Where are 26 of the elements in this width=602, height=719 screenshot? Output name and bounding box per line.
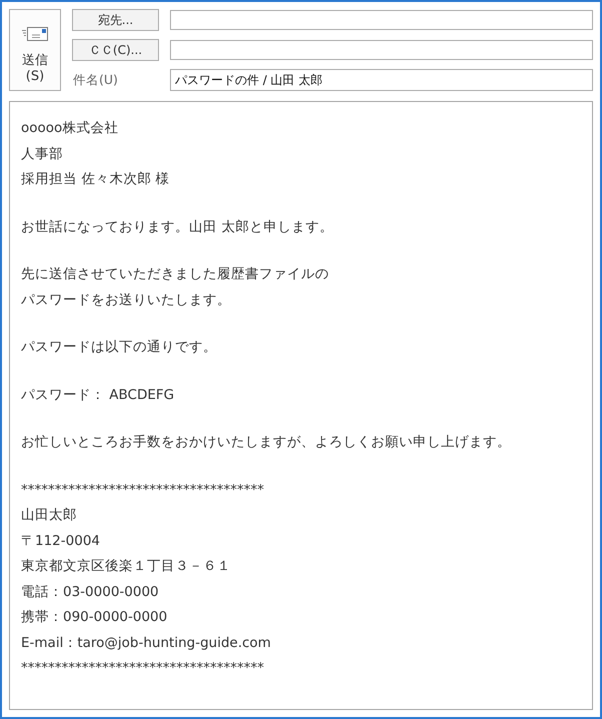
subject-label: 件名(U) <box>72 72 119 88</box>
body-text-line: 携帯：090-0000-0000 <box>21 608 168 627</box>
body-text-line: パスワードをお送りいたします。 <box>21 290 232 310</box>
body-text-line: お世話になっております。山田 太郎と申します。 <box>21 218 334 236</box>
body-text-line: パスワードは以下の通りです。 <box>21 338 218 357</box>
body-text-line: 電話：03-0000-0000 <box>21 582 160 602</box>
cc-field[interactable] <box>170 40 593 60</box>
body-text-line: ************************************ <box>21 659 265 678</box>
message-body-field[interactable] <box>9 101 593 710</box>
send-button[interactable]: 送信 (S) <box>9 9 61 91</box>
body-text-line: 採用担当 佐々木次郎 様 <box>21 170 171 189</box>
to-button[interactable]: 宛先... <box>72 9 159 31</box>
body-text-line: ooooo株式会社 <box>21 119 120 138</box>
body-text-line: 山田太郎 <box>21 506 78 525</box>
body-text-line: 先に送信させていただきました履歴書ファイルの <box>21 265 330 284</box>
body-text-line: パスワード： ABCDEFG <box>21 386 176 404</box>
body-text-line: E-mail：taro@job-hunting-guide.com <box>21 634 272 652</box>
body-text-line: 〒112-0004 <box>21 532 101 550</box>
subject-field[interactable]: パスワードの件 / 山田 太郎 <box>170 69 593 91</box>
body-text-line: ************************************ <box>21 480 265 500</box>
body-text-line: お忙しいところお手数をおかけいたしますが、よろしくお願い申し上げます。 <box>21 433 512 452</box>
body-text-line: 人事部 <box>21 144 64 164</box>
cc-button[interactable]: ＣＣ(C)... <box>72 39 159 61</box>
body-text-line: 東京都文京区後楽１丁目３－６１ <box>21 557 232 576</box>
to-field[interactable] <box>170 10 593 30</box>
envelope-icon <box>22 27 48 41</box>
